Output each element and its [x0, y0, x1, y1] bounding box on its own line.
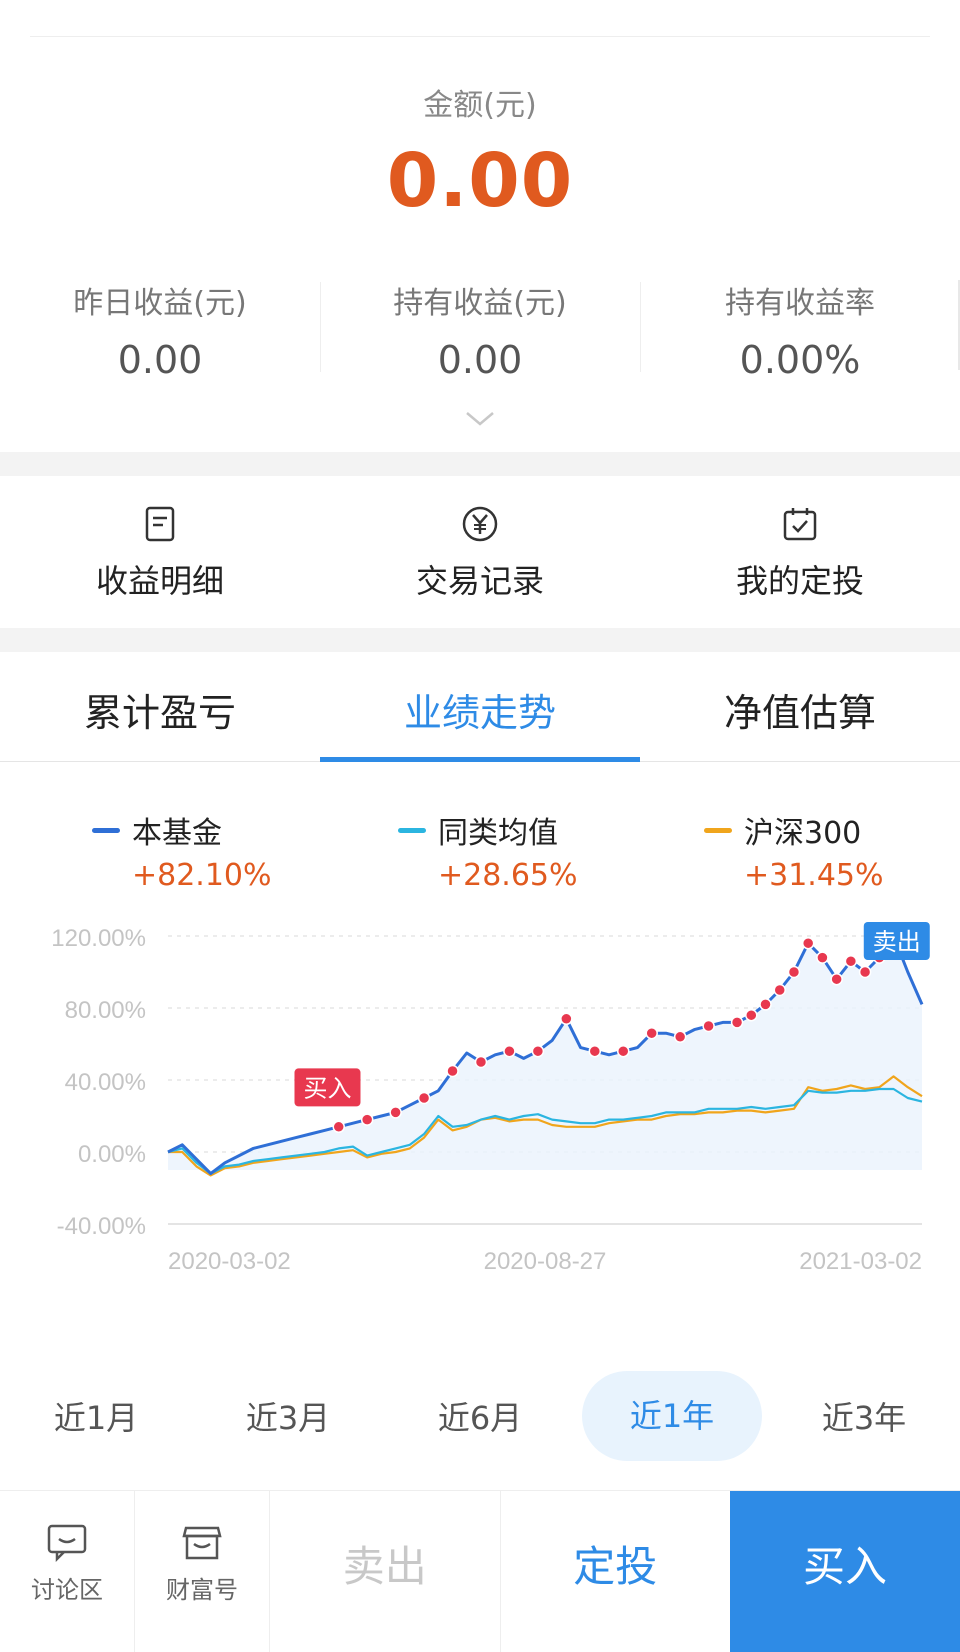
- wealth-account-label: 财富号: [166, 1576, 238, 1604]
- stat-label: 持有收益(元): [393, 286, 567, 321]
- legend-value: +28.65%: [438, 858, 578, 893]
- trade-dot: [417, 1091, 431, 1105]
- fund-area-fill: [168, 936, 922, 1174]
- shortcut-label: 收益明细: [95, 562, 224, 600]
- section-gap: [0, 452, 960, 476]
- trade-dot: [801, 936, 815, 950]
- x-tick-label: 2020-03-02: [168, 1248, 291, 1275]
- stat-yesterday-profit: 昨日收益(元) 0.00: [0, 272, 320, 382]
- trade-dot: [360, 1113, 374, 1126]
- stat-label: 持有收益率: [725, 286, 875, 321]
- trade-dot: [531, 1044, 545, 1058]
- x-tick-label: 2021-03-02: [799, 1248, 922, 1275]
- shortcut-label: 交易记录: [415, 562, 544, 600]
- wealth-account-button[interactable]: 财富号: [135, 1491, 270, 1652]
- range-1-month[interactable]: 近1月: [0, 1393, 192, 1439]
- shortcut-row: 收益明细 交易记录 我的定投: [0, 476, 960, 628]
- stat-holding-profit: 持有收益(元) 0.00: [320, 272, 640, 382]
- range-3-months[interactable]: 近3月: [192, 1393, 384, 1439]
- trade-dot: [560, 1012, 573, 1026]
- section-gap: [0, 628, 960, 652]
- fixed-invest-button[interactable]: 定投: [501, 1491, 731, 1652]
- storefront-icon: [182, 1526, 222, 1560]
- top-divider: [30, 36, 930, 37]
- sell-button[interactable]: 卖出: [270, 1491, 501, 1652]
- range-6-months[interactable]: 近6月: [384, 1393, 576, 1439]
- legend-swatch: [704, 827, 732, 833]
- legend-name: 沪深300: [744, 816, 862, 851]
- stat-label: 昨日收益(元): [73, 286, 247, 321]
- stat-value: 0.00%: [739, 338, 861, 382]
- legend-name: 本基金: [132, 816, 222, 851]
- chart-legend: 本基金 +82.10% 同类均值 +28.65% 沪深300 +31.45%: [0, 808, 960, 898]
- trade-dot: [673, 1030, 687, 1044]
- range-1-year[interactable]: 近1年: [576, 1371, 768, 1461]
- trade-dot: [332, 1120, 345, 1134]
- tab-bar: 累计盈亏 业绩走势 净值估算: [0, 652, 960, 762]
- y-tick-label: 80.00%: [65, 997, 146, 1024]
- sell-marker-label: 卖出: [873, 928, 921, 956]
- shortcut-my-fixed-invest[interactable]: 我的定投: [640, 476, 960, 628]
- trade-dot: [745, 1008, 758, 1022]
- trade-dot: [858, 965, 872, 979]
- trade-dot: [787, 965, 801, 979]
- amount-label: 金额(元): [423, 88, 537, 123]
- shortcut-label: 我的定投: [735, 562, 864, 600]
- legend-swatch: [92, 827, 120, 833]
- trade-dot: [588, 1044, 602, 1058]
- document-icon: [145, 506, 175, 542]
- legend-item-hs300: 沪深300 +31.45%: [704, 808, 884, 893]
- trade-dot: [830, 972, 843, 986]
- range-3-years[interactable]: 近3年: [768, 1393, 960, 1439]
- calendar-check-icon: [783, 508, 817, 541]
- stat-holding-rate: 持有收益率 0.00%: [640, 272, 960, 382]
- trade-dot: [474, 1055, 488, 1069]
- trade-dot: [389, 1106, 402, 1119]
- y-tick-label: 120.00%: [51, 925, 146, 952]
- trade-dot: [844, 954, 858, 968]
- stat-value: 0.00: [437, 338, 523, 382]
- bottom-action-bar: 讨论区 财富号 卖出 定投 买入: [0, 1490, 960, 1652]
- y-tick-label: 40.00%: [65, 1069, 146, 1096]
- trade-dot: [759, 998, 772, 1011]
- y-tick-label: -40.00%: [57, 1213, 146, 1240]
- discussion-button[interactable]: 讨论区: [0, 1491, 135, 1652]
- discussion-label: 讨论区: [31, 1576, 103, 1604]
- legend-value: +82.10%: [132, 858, 272, 893]
- trade-dot: [616, 1044, 630, 1058]
- chat-bubble-icon: [47, 1524, 87, 1562]
- trade-dot: [773, 983, 786, 997]
- amount-value: 0.00: [386, 138, 574, 224]
- range-1-year-label: 近1年: [582, 1371, 762, 1461]
- trade-dot: [645, 1026, 658, 1040]
- tab-performance-trend[interactable]: 业绩走势: [320, 652, 640, 762]
- x-tick-label: 2020-08-27: [484, 1248, 607, 1275]
- stat-value: 0.00: [117, 338, 203, 382]
- trade-dot: [446, 1064, 459, 1078]
- legend-item-fund: 本基金 +82.10%: [92, 808, 272, 893]
- shortcut-transactions[interactable]: 交易记录: [320, 476, 640, 628]
- performance-chart[interactable]: 120.00% 80.00% 40.00% 0.00% -40.00% 2020-03-0…: [0, 896, 960, 1356]
- expand-chevron-icon[interactable]: [465, 410, 495, 428]
- stats-row: 昨日收益(元) 0.00 持有收益(元) 0.00 持有收益率 0.00%: [0, 272, 960, 382]
- buy-marker-label: 买入: [303, 1074, 351, 1102]
- legend-name: 同类均值: [438, 816, 558, 851]
- legend-swatch: [398, 827, 426, 833]
- legend-item-peer-average: 同类均值 +28.65%: [398, 808, 578, 893]
- trade-dot: [730, 1016, 744, 1029]
- yen-circle-icon: [462, 506, 498, 542]
- trade-dot: [816, 951, 829, 964]
- buy-button[interactable]: 买入: [730, 1491, 960, 1652]
- legend-value: +31.45%: [744, 858, 884, 893]
- trade-dot: [702, 1019, 715, 1033]
- range-selector: 近1月 近3月 近6月 近1年 近3年: [0, 1370, 960, 1462]
- tab-cumulative-pnl[interactable]: 累计盈亏: [0, 652, 320, 761]
- trade-dot: [503, 1044, 516, 1058]
- tab-nav-estimate[interactable]: 净值估算: [640, 652, 960, 761]
- y-tick-label: 0.00%: [78, 1141, 146, 1168]
- shortcut-income-detail[interactable]: 收益明细: [0, 476, 320, 628]
